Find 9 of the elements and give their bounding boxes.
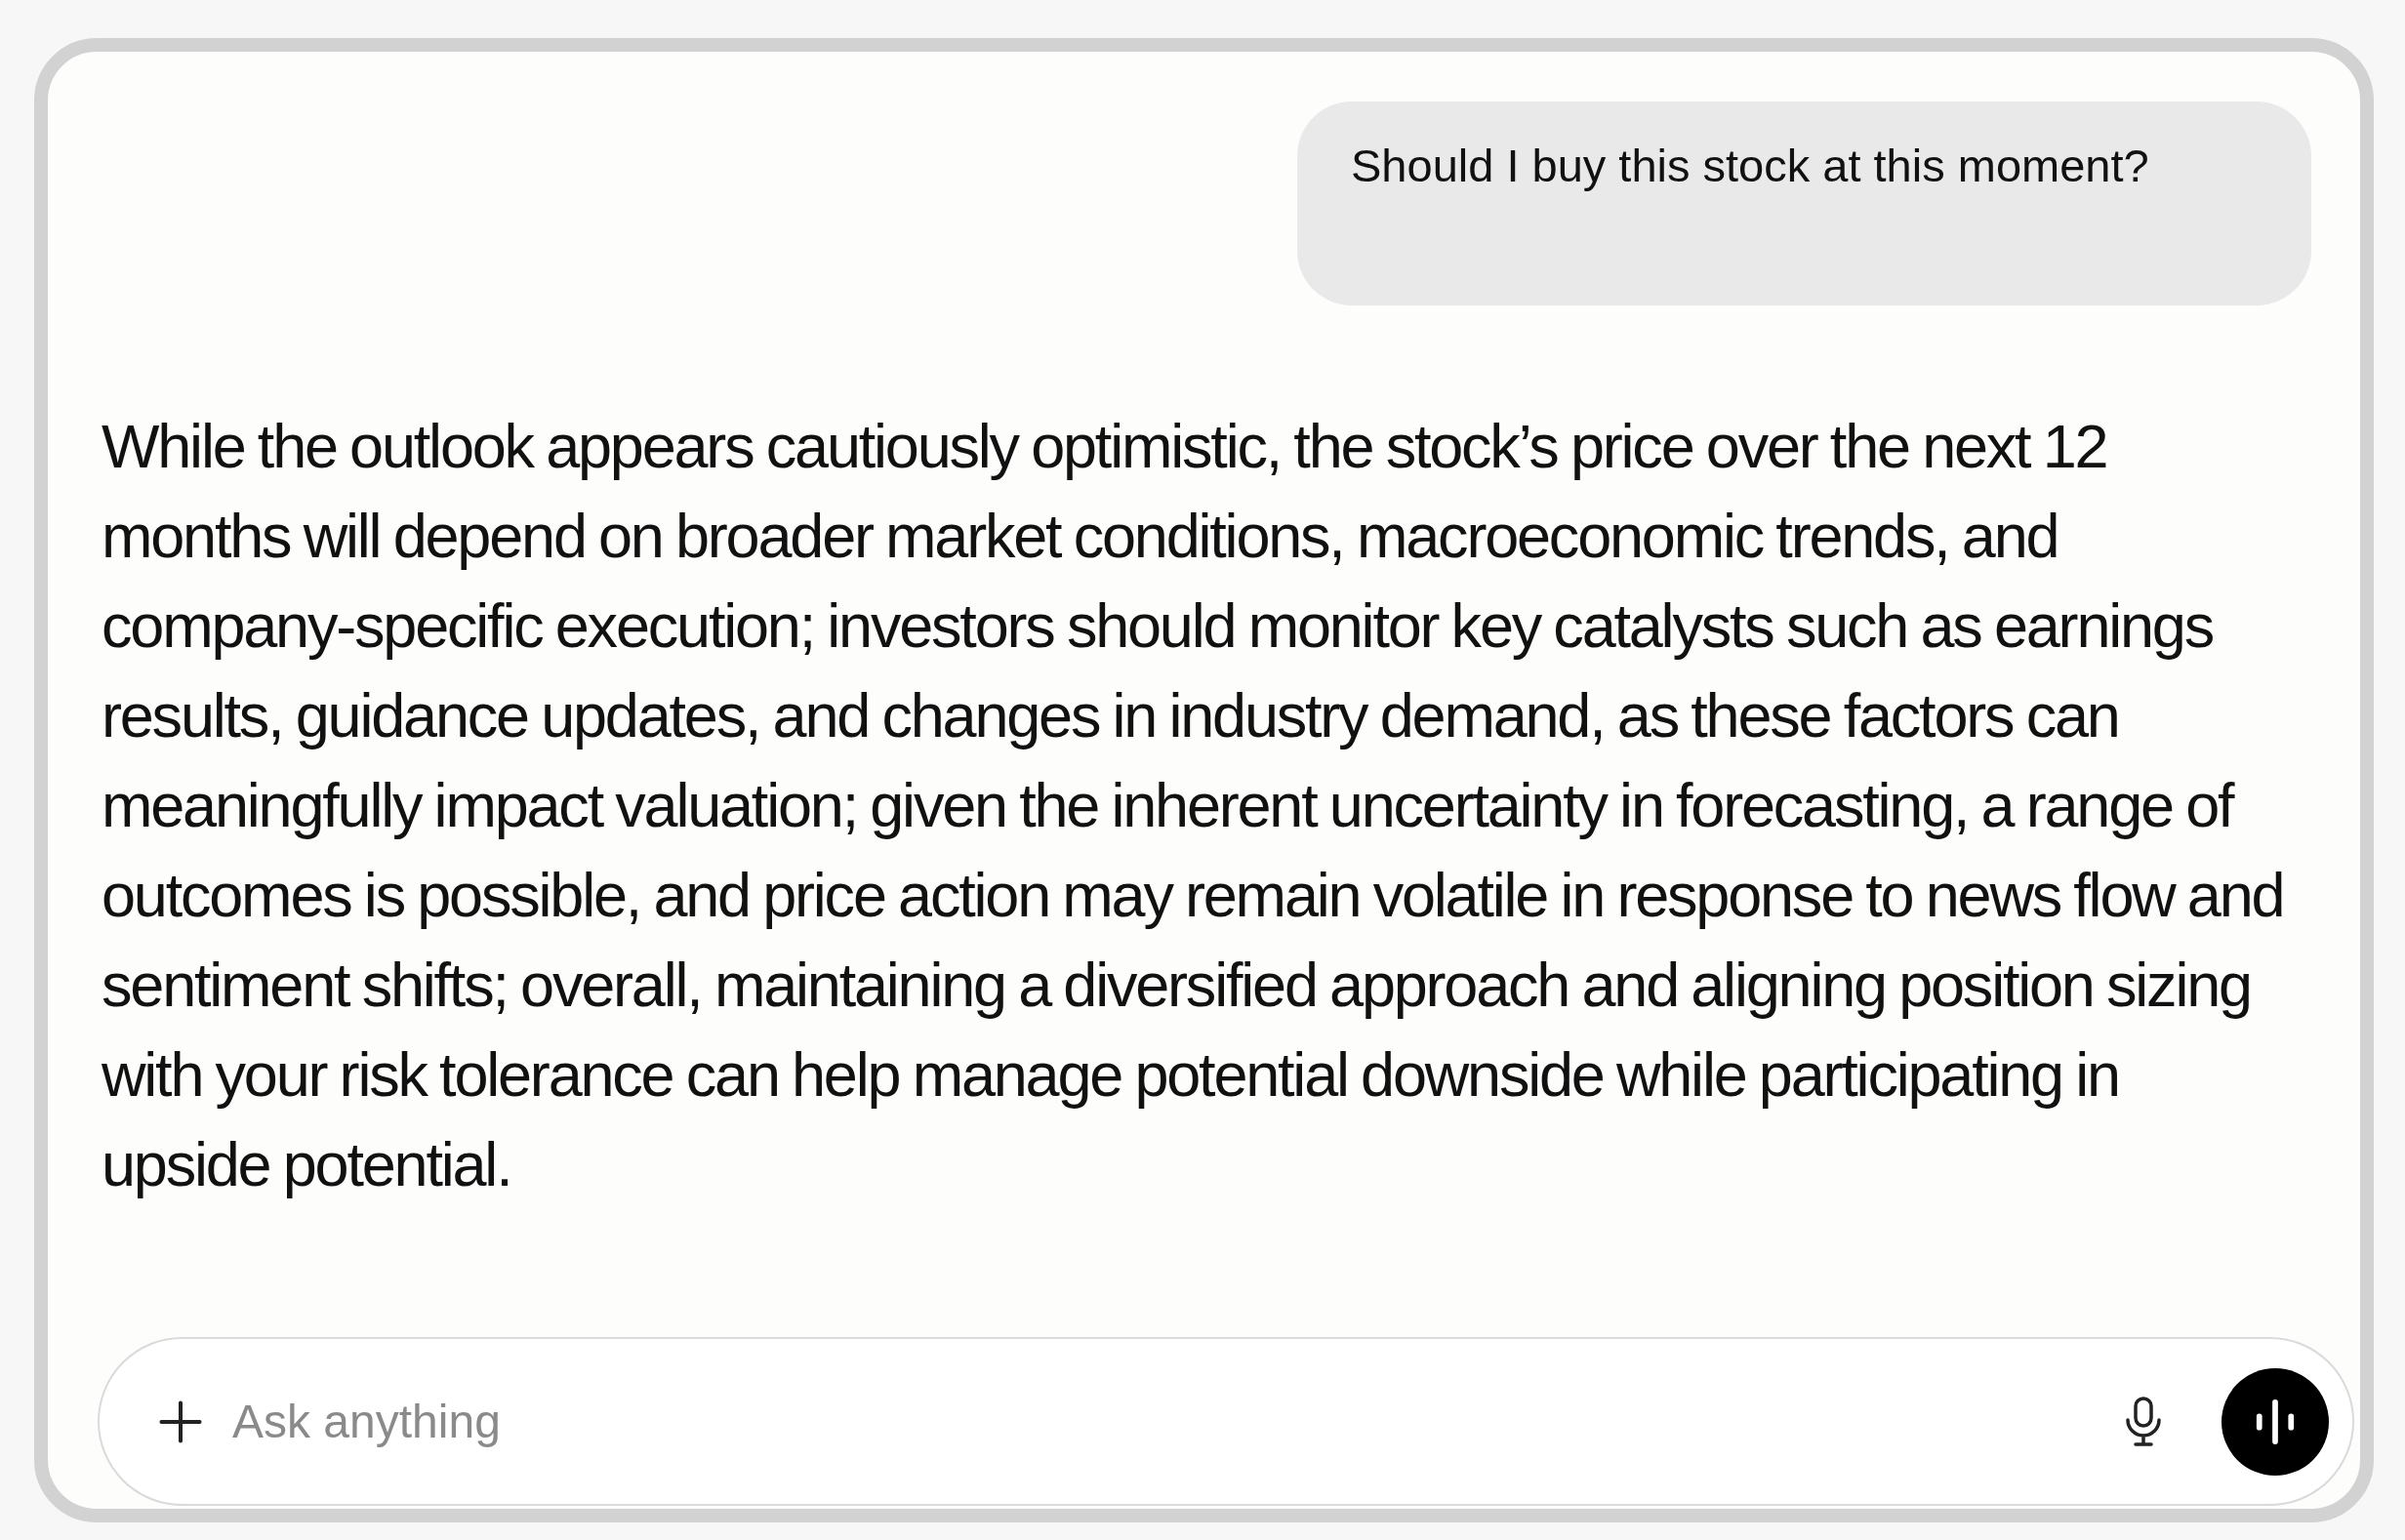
microphone-icon xyxy=(2124,1396,2163,1447)
user-message-bubble: Should I buy this stock at this moment? xyxy=(1297,101,2311,305)
plus-icon xyxy=(158,1398,203,1444)
input-field[interactable]: Ask anything xyxy=(232,1395,2124,1448)
microphone-button[interactable] xyxy=(2124,1396,2163,1447)
waveform-icon xyxy=(2254,1398,2297,1445)
message-composer[interactable]: Ask anything xyxy=(98,1337,2354,1506)
assistant-response: While the outlook appears cautiously optimistic, the stock’s price over the next 12 months will depend on broader market conditions, macroeconomic trends, and company-specific execution; investors should monitor key catalysts such as earnings results, guidance updates, and changes in industry demand, as these factors can meaningfully impact valuation; given the inherent uncertainty in forecasting, a range of outcomes is possible, and price action may remain volatile in response to news flow and sentiment shifts; overall, maintaining a diversified approach and aligning position sizing with your risk tolerance can help manage potential downside while participating in upside potential. xyxy=(102,411,2285,1200)
add-button[interactable] xyxy=(158,1398,203,1444)
